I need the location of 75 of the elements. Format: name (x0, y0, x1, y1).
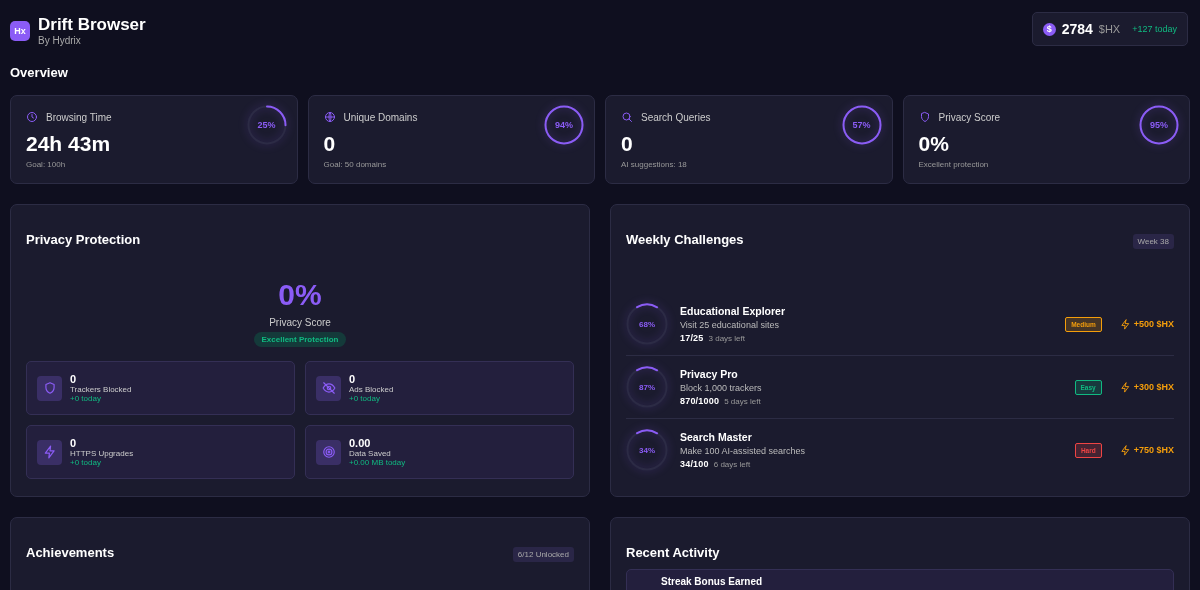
challenge-description: Visit 25 educational sites (680, 319, 780, 330)
challenge-title: Educational Explorer (680, 304, 787, 317)
ring-percent: 94% (555, 120, 573, 130)
logo: Hx (10, 20, 30, 41)
tile-change: +0 today (349, 394, 381, 403)
balance-amount: 2784 (1061, 21, 1093, 37)
status-tag: Excellent Protection (253, 332, 347, 347)
panel-title: Achievements (26, 544, 115, 560)
globe-icon (323, 111, 336, 123)
challenge-description: Make 100 AI-assisted searches (680, 445, 807, 456)
stat-label: Browsing Time (46, 111, 112, 123)
tile-label: HTTPS Upgrades (70, 449, 134, 458)
shield-icon (918, 111, 931, 123)
lightning-icon (42, 445, 57, 459)
time-left: 6 days left (713, 458, 751, 470)
stat-note: Excellent protection (918, 160, 990, 169)
stat-value: 24h 43m (26, 132, 112, 156)
stat-value: 0% (918, 132, 950, 156)
balance-change: +127 today (1132, 24, 1177, 34)
completed-count: 34/100 (680, 458, 709, 470)
lightning-icon (1119, 318, 1131, 330)
ring-percent: 68% (639, 319, 655, 329)
challenge-description: Block 1,000 trackers (680, 382, 763, 393)
unlocked-tag: 6/12 Unlocked (512, 546, 574, 562)
stat-note: Goal: 50 domains (323, 160, 388, 169)
lightning-icon (1119, 381, 1131, 393)
tile-value: 0 (349, 373, 357, 385)
completed-count: 17/25 (680, 332, 704, 344)
challenge-title: Privacy Pro (680, 367, 739, 380)
privacy-score: 0% (278, 278, 322, 312)
tile-change: +0 today (70, 394, 102, 403)
app-subtitle: By Hydrix (38, 35, 82, 46)
eye-slash-icon (321, 381, 336, 395)
reward-amount: +750 $HX (1133, 445, 1174, 455)
panel-title: Weekly Challenges (626, 231, 744, 247)
tile-value: 0 (70, 373, 78, 385)
score-label: Privacy Score (269, 317, 331, 328)
activity-title: Streak Bonus Earned (661, 576, 763, 587)
stat-value: 0 (621, 132, 634, 156)
ring-percent: 95% (1150, 120, 1168, 130)
tile-label: Trackers Blocked (70, 385, 132, 394)
reward-amount: +300 $HX (1133, 382, 1174, 392)
ring-percent: 87% (639, 382, 655, 392)
time-left: 3 days left (708, 332, 745, 344)
week-tag: Week 38 (1132, 233, 1174, 249)
target-icon (321, 445, 336, 459)
stat-label: Search Queries (641, 111, 711, 123)
tile-value: 0.00 (349, 437, 372, 449)
stat-label: Privacy Score (938, 111, 1001, 123)
clock-icon (26, 111, 38, 123)
search-icon (621, 111, 633, 123)
stat-label: Unique Domains (343, 111, 418, 123)
tile-label: Ads Blocked (349, 385, 394, 394)
stat-note: Goal: 100h (26, 160, 67, 169)
tile-change: +0 today (70, 458, 102, 467)
completed-count: 870/1000 (680, 395, 720, 407)
stat-note: AI suggestions: 18 (621, 160, 688, 169)
challenge-title: Search Master (680, 430, 753, 443)
panel-title: Recent Activity (626, 544, 720, 560)
stat-value: 0 (323, 132, 337, 156)
app-title: Drift Browser (38, 15, 146, 35)
coin-icon: $ (1042, 22, 1056, 36)
panel-title: Privacy Protection (26, 231, 141, 247)
shield-icon (42, 381, 57, 395)
time-left: 5 days left (724, 395, 761, 407)
tile-value: 0 (70, 437, 78, 449)
lightning-icon (1119, 444, 1131, 456)
ring-percent: 25% (257, 120, 276, 130)
reward-amount: +500 $HX (1133, 319, 1174, 329)
tile-label: Data Saved (349, 449, 392, 458)
tile-change: +0.00 MB today (349, 458, 406, 467)
ring-percent: 34% (639, 445, 655, 455)
currency-label: $HX (1098, 23, 1121, 35)
ring-percent: 57% (852, 120, 871, 130)
section-title: Overview (10, 65, 69, 80)
